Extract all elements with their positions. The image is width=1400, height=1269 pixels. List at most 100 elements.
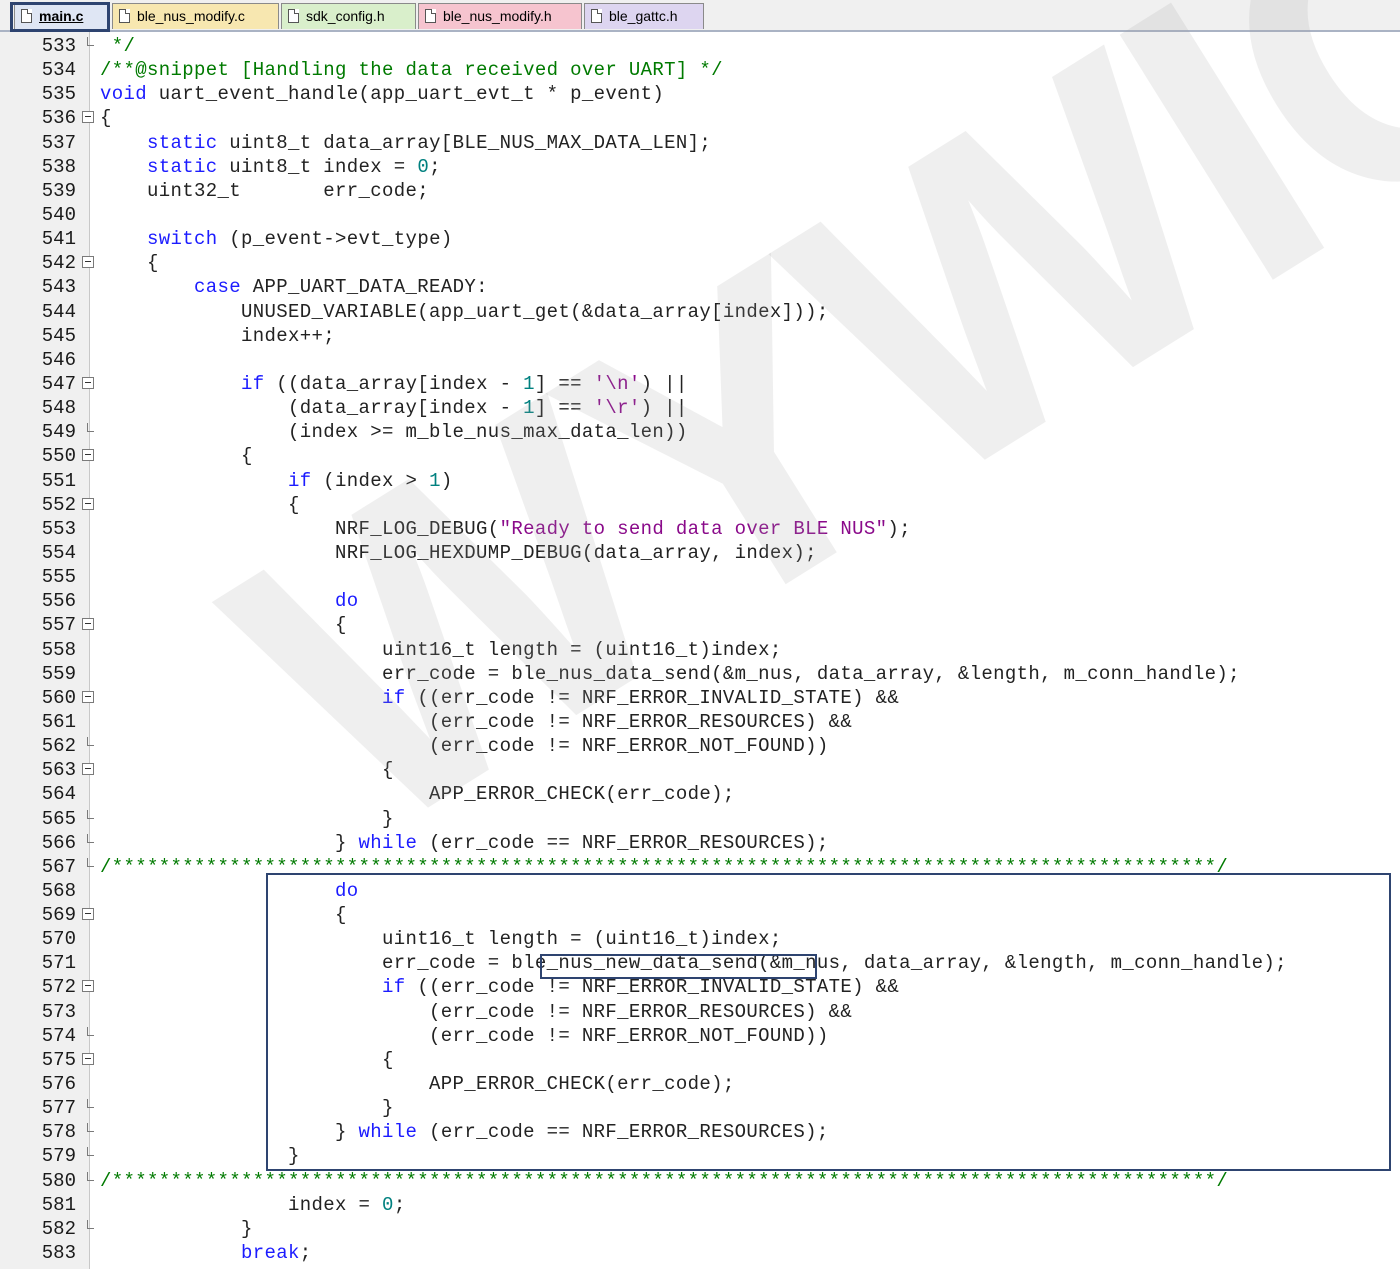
code-text[interactable]: NRF_LOG_DEBUG("Ready to send data over B… <box>100 517 911 541</box>
code-text[interactable]: (err_code != NRF_ERROR_NOT_FOUND)) <box>100 1024 829 1048</box>
fold-collapse-icon[interactable] <box>82 111 94 124</box>
tab-sdk-config-h[interactable]: sdk_config.h <box>281 3 416 29</box>
code-text[interactable]: uint32_t err_code; <box>100 179 429 203</box>
code-text[interactable]: (data_array[index - 1] == '\r') || <box>100 396 688 420</box>
code-text[interactable]: { <box>100 444 253 468</box>
code-editor[interactable]: 533 */534/**@snippet [Handling the data … <box>0 34 1400 1265</box>
code-line[interactable]: 535 void uart_event_handle(app_uart_evt_t… <box>0 82 1400 106</box>
code-text[interactable]: UNUSED_VARIABLE(app_uart_get(&data_array… <box>100 300 829 324</box>
code-text[interactable]: (err_code != NRF_ERROR_NOT_FOUND)) <box>100 734 829 758</box>
code-text[interactable]: if ((err_code != NRF_ERROR_INVALID_STATE… <box>100 975 899 999</box>
code-line[interactable]: 580 /************************************… <box>0 1169 1400 1193</box>
code-line[interactable]: 551 if (index > 1) <box>0 469 1400 493</box>
tab-main-c[interactable]: main.c <box>14 3 110 29</box>
fold-collapse-icon[interactable] <box>82 449 94 462</box>
code-line[interactable]: 543 case APP_UART_DATA_READY: <box>0 275 1400 299</box>
code-line[interactable]: 562 (err_code != NRF_ERROR_NOT_FOUND)) <box>0 734 1400 758</box>
code-line[interactable]: 540 <box>0 203 1400 227</box>
code-line[interactable]: 574 (err_code != NRF_ERROR_NOT_FOUND)) <box>0 1024 1400 1048</box>
tab-ble-nus-modify-c[interactable]: ble_nus_modify.c <box>112 3 279 29</box>
code-text[interactable]: { <box>100 493 300 517</box>
code-line[interactable]: 552 { <box>0 493 1400 517</box>
code-line[interactable]: 569 { <box>0 903 1400 927</box>
fold-collapse-icon[interactable] <box>82 763 94 776</box>
code-text[interactable]: } while (err_code == NRF_ERROR_RESOURCES… <box>100 1120 829 1144</box>
code-text[interactable]: if (index > 1) <box>100 469 453 493</box>
code-text[interactable]: /**@snippet [Handling the data received … <box>100 58 723 82</box>
code-text[interactable]: uint16_t length = (uint16_t)index; <box>100 927 782 951</box>
code-line[interactable]: 539 uint32_t err_code; <box>0 179 1400 203</box>
code-text[interactable]: { <box>100 106 112 130</box>
code-line[interactable]: 537 static uint8_t data_array[BLE_NUS_MA… <box>0 131 1400 155</box>
code-text[interactable]: static uint8_t data_array[BLE_NUS_MAX_DA… <box>100 131 711 155</box>
code-line[interactable]: 578 } while (err_code == NRF_ERROR_RESOU… <box>0 1120 1400 1144</box>
fold-collapse-icon[interactable] <box>82 980 94 993</box>
code-text[interactable]: (err_code != NRF_ERROR_RESOURCES) && <box>100 1000 852 1024</box>
fold-collapse-icon[interactable] <box>82 256 94 269</box>
code-text[interactable]: (err_code != NRF_ERROR_RESOURCES) && <box>100 710 852 734</box>
code-text[interactable]: break; <box>100 1241 312 1265</box>
code-line[interactable]: 583 break; <box>0 1241 1400 1265</box>
fold-collapse-icon[interactable] <box>82 497 94 510</box>
code-line[interactable]: 563 { <box>0 758 1400 782</box>
code-text[interactable]: if ((err_code != NRF_ERROR_INVALID_STATE… <box>100 686 899 710</box>
code-line[interactable]: 582 } <box>0 1217 1400 1241</box>
code-line[interactable]: 567 /************************************… <box>0 855 1400 879</box>
code-text[interactable]: err_code = ble_nus_new_data_send(&m_nus,… <box>100 951 1287 975</box>
code-line[interactable]: 571 err_code = ble_nus_new_data_send(&m_… <box>0 951 1400 975</box>
code-line[interactable]: 581 index = 0; <box>0 1193 1400 1217</box>
code-line[interactable]: 554 NRF_LOG_HEXDUMP_DEBUG(data_array, in… <box>0 541 1400 565</box>
code-text[interactable]: static uint8_t index = 0; <box>100 155 441 179</box>
code-line[interactable]: 557 { <box>0 613 1400 637</box>
code-line[interactable]: 545 index++; <box>0 324 1400 348</box>
code-text[interactable]: */ <box>100 34 135 58</box>
tab-ble-nus-modify-h[interactable]: ble_nus_modify.h <box>418 3 582 29</box>
code-line[interactable]: 560 if ((err_code != NRF_ERROR_INVALID_S… <box>0 686 1400 710</box>
code-line[interactable]: 559 err_code = ble_nus_data_send(&m_nus,… <box>0 662 1400 686</box>
code-line[interactable]: 568 do <box>0 879 1400 903</box>
code-line[interactable]: 553 NRF_LOG_DEBUG("Ready to send data ov… <box>0 517 1400 541</box>
code-text[interactable]: { <box>100 1048 394 1072</box>
code-line[interactable]: 573 (err_code != NRF_ERROR_RESOURCES) && <box>0 1000 1400 1024</box>
code-text[interactable]: (index >= m_ble_nus_max_data_len)) <box>100 420 688 444</box>
code-line[interactable]: 579 } <box>0 1144 1400 1168</box>
code-text[interactable]: /***************************************… <box>100 1169 1228 1193</box>
code-text[interactable]: index = 0; <box>100 1193 406 1217</box>
code-text[interactable]: { <box>100 613 347 637</box>
code-line[interactable]: 566 } while (err_code == NRF_ERROR_RESOU… <box>0 831 1400 855</box>
code-text[interactable]: { <box>100 251 159 275</box>
code-text[interactable]: case APP_UART_DATA_READY: <box>100 275 488 299</box>
code-line[interactable]: 556 do <box>0 589 1400 613</box>
code-line[interactable]: 558 uint16_t length = (uint16_t)index; <box>0 638 1400 662</box>
fold-collapse-icon[interactable] <box>82 1052 94 1065</box>
code-text[interactable]: index++; <box>100 324 335 348</box>
code-line[interactable]: 544 UNUSED_VARIABLE(app_uart_get(&data_a… <box>0 300 1400 324</box>
code-text[interactable]: APP_ERROR_CHECK(err_code); <box>100 1072 735 1096</box>
code-line[interactable]: 533 */ <box>0 34 1400 58</box>
code-text[interactable]: APP_ERROR_CHECK(err_code); <box>100 782 735 806</box>
code-line[interactable]: 550 { <box>0 444 1400 468</box>
code-text[interactable]: } <box>100 807 394 831</box>
code-line[interactable]: 577 } <box>0 1096 1400 1120</box>
code-text[interactable]: { <box>100 758 394 782</box>
code-text[interactable]: err_code = ble_nus_data_send(&m_nus, dat… <box>100 662 1240 686</box>
code-text[interactable]: /***************************************… <box>100 855 1228 879</box>
code-text[interactable]: } <box>100 1144 300 1168</box>
fold-collapse-icon[interactable] <box>82 908 94 921</box>
code-line[interactable]: 546 <box>0 348 1400 372</box>
fold-collapse-icon[interactable] <box>82 376 94 389</box>
code-line[interactable]: 572 if ((err_code != NRF_ERROR_INVALID_S… <box>0 975 1400 999</box>
code-line[interactable]: 542 { <box>0 251 1400 275</box>
code-line[interactable]: 561 (err_code != NRF_ERROR_RESOURCES) && <box>0 710 1400 734</box>
code-text[interactable]: do <box>100 589 359 613</box>
code-text[interactable]: { <box>100 903 347 927</box>
code-line[interactable]: 538 static uint8_t index = 0; <box>0 155 1400 179</box>
code-line[interactable]: 548 (data_array[index - 1] == '\r') || <box>0 396 1400 420</box>
code-line[interactable]: 549 (index >= m_ble_nus_max_data_len)) <box>0 420 1400 444</box>
code-line[interactable]: 570 uint16_t length = (uint16_t)index; <box>0 927 1400 951</box>
code-text[interactable]: } <box>100 1096 394 1120</box>
code-line[interactable]: 564 APP_ERROR_CHECK(err_code); <box>0 782 1400 806</box>
code-text[interactable]: void uart_event_handle(app_uart_evt_t * … <box>100 82 664 106</box>
code-line[interactable]: 555 <box>0 565 1400 589</box>
fold-collapse-icon[interactable] <box>82 690 94 703</box>
